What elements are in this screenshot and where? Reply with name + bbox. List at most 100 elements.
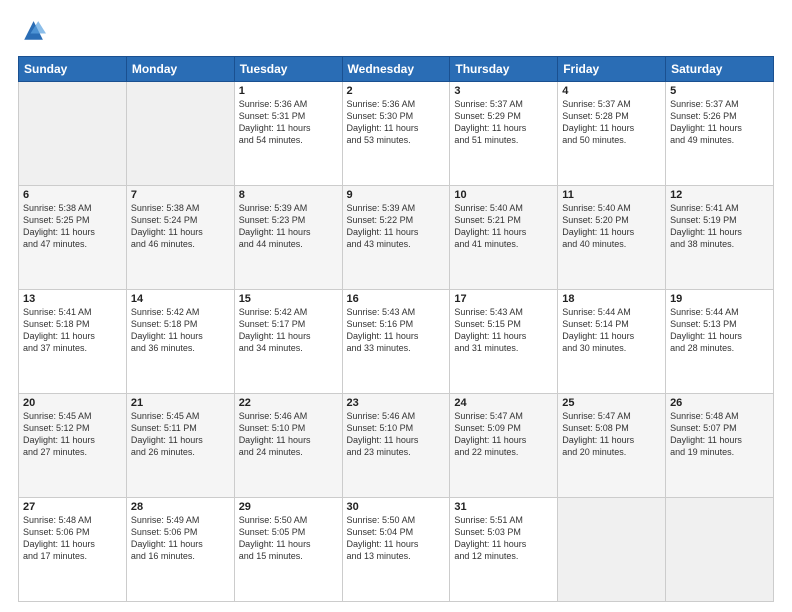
day-number: 2 [347, 85, 446, 97]
day-info: Sunrise: 5:50 AM Sunset: 5:04 PM Dayligh… [347, 514, 446, 563]
weekday-header-thursday: Thursday [450, 57, 558, 82]
day-info: Sunrise: 5:38 AM Sunset: 5:25 PM Dayligh… [23, 202, 122, 251]
weekday-header-sunday: Sunday [19, 57, 127, 82]
day-info: Sunrise: 5:47 AM Sunset: 5:08 PM Dayligh… [562, 410, 661, 459]
calendar-cell: 12Sunrise: 5:41 AM Sunset: 5:19 PM Dayli… [666, 186, 774, 290]
day-info: Sunrise: 5:39 AM Sunset: 5:23 PM Dayligh… [239, 202, 338, 251]
day-info: Sunrise: 5:37 AM Sunset: 5:29 PM Dayligh… [454, 98, 553, 147]
calendar-table: SundayMondayTuesdayWednesdayThursdayFrid… [18, 56, 774, 602]
day-info: Sunrise: 5:40 AM Sunset: 5:21 PM Dayligh… [454, 202, 553, 251]
day-number: 9 [347, 189, 446, 201]
calendar-cell: 22Sunrise: 5:46 AM Sunset: 5:10 PM Dayli… [234, 394, 342, 498]
calendar-cell: 1Sunrise: 5:36 AM Sunset: 5:31 PM Daylig… [234, 82, 342, 186]
day-number: 24 [454, 397, 553, 409]
day-info: Sunrise: 5:50 AM Sunset: 5:05 PM Dayligh… [239, 514, 338, 563]
calendar-cell: 15Sunrise: 5:42 AM Sunset: 5:17 PM Dayli… [234, 290, 342, 394]
day-number: 11 [562, 189, 661, 201]
day-number: 3 [454, 85, 553, 97]
calendar-cell: 17Sunrise: 5:43 AM Sunset: 5:15 PM Dayli… [450, 290, 558, 394]
day-number: 29 [239, 501, 338, 513]
day-number: 6 [23, 189, 122, 201]
day-info: Sunrise: 5:48 AM Sunset: 5:06 PM Dayligh… [23, 514, 122, 563]
calendar-cell [666, 498, 774, 602]
calendar-cell: 9Sunrise: 5:39 AM Sunset: 5:22 PM Daylig… [342, 186, 450, 290]
calendar-cell: 23Sunrise: 5:46 AM Sunset: 5:10 PM Dayli… [342, 394, 450, 498]
day-info: Sunrise: 5:38 AM Sunset: 5:24 PM Dayligh… [131, 202, 230, 251]
logo-icon [18, 18, 46, 46]
day-number: 30 [347, 501, 446, 513]
calendar-cell: 26Sunrise: 5:48 AM Sunset: 5:07 PM Dayli… [666, 394, 774, 498]
day-info: Sunrise: 5:46 AM Sunset: 5:10 PM Dayligh… [347, 410, 446, 459]
day-number: 10 [454, 189, 553, 201]
day-info: Sunrise: 5:42 AM Sunset: 5:17 PM Dayligh… [239, 306, 338, 355]
calendar-row-1: 6Sunrise: 5:38 AM Sunset: 5:25 PM Daylig… [19, 186, 774, 290]
day-info: Sunrise: 5:42 AM Sunset: 5:18 PM Dayligh… [131, 306, 230, 355]
day-info: Sunrise: 5:37 AM Sunset: 5:28 PM Dayligh… [562, 98, 661, 147]
day-info: Sunrise: 5:36 AM Sunset: 5:30 PM Dayligh… [347, 98, 446, 147]
day-number: 13 [23, 293, 122, 305]
calendar-cell [19, 82, 127, 186]
calendar-cell: 2Sunrise: 5:36 AM Sunset: 5:30 PM Daylig… [342, 82, 450, 186]
calendar-cell: 18Sunrise: 5:44 AM Sunset: 5:14 PM Dayli… [558, 290, 666, 394]
calendar-cell: 27Sunrise: 5:48 AM Sunset: 5:06 PM Dayli… [19, 498, 127, 602]
day-info: Sunrise: 5:40 AM Sunset: 5:20 PM Dayligh… [562, 202, 661, 251]
day-info: Sunrise: 5:44 AM Sunset: 5:13 PM Dayligh… [670, 306, 769, 355]
day-info: Sunrise: 5:49 AM Sunset: 5:06 PM Dayligh… [131, 514, 230, 563]
day-number: 4 [562, 85, 661, 97]
day-number: 20 [23, 397, 122, 409]
day-number: 22 [239, 397, 338, 409]
weekday-header-wednesday: Wednesday [342, 57, 450, 82]
day-number: 14 [131, 293, 230, 305]
calendar-row-4: 27Sunrise: 5:48 AM Sunset: 5:06 PM Dayli… [19, 498, 774, 602]
calendar-row-0: 1Sunrise: 5:36 AM Sunset: 5:31 PM Daylig… [19, 82, 774, 186]
day-info: Sunrise: 5:43 AM Sunset: 5:16 PM Dayligh… [347, 306, 446, 355]
day-info: Sunrise: 5:44 AM Sunset: 5:14 PM Dayligh… [562, 306, 661, 355]
calendar-cell: 5Sunrise: 5:37 AM Sunset: 5:26 PM Daylig… [666, 82, 774, 186]
calendar-cell: 25Sunrise: 5:47 AM Sunset: 5:08 PM Dayli… [558, 394, 666, 498]
calendar-cell: 30Sunrise: 5:50 AM Sunset: 5:04 PM Dayli… [342, 498, 450, 602]
day-info: Sunrise: 5:37 AM Sunset: 5:26 PM Dayligh… [670, 98, 769, 147]
calendar-cell: 6Sunrise: 5:38 AM Sunset: 5:25 PM Daylig… [19, 186, 127, 290]
day-info: Sunrise: 5:41 AM Sunset: 5:19 PM Dayligh… [670, 202, 769, 251]
calendar-cell: 8Sunrise: 5:39 AM Sunset: 5:23 PM Daylig… [234, 186, 342, 290]
day-number: 23 [347, 397, 446, 409]
calendar-cell: 21Sunrise: 5:45 AM Sunset: 5:11 PM Dayli… [126, 394, 234, 498]
calendar-cell: 4Sunrise: 5:37 AM Sunset: 5:28 PM Daylig… [558, 82, 666, 186]
day-info: Sunrise: 5:46 AM Sunset: 5:10 PM Dayligh… [239, 410, 338, 459]
day-number: 12 [670, 189, 769, 201]
calendar-cell [126, 82, 234, 186]
day-number: 26 [670, 397, 769, 409]
day-number: 27 [23, 501, 122, 513]
calendar-cell: 29Sunrise: 5:50 AM Sunset: 5:05 PM Dayli… [234, 498, 342, 602]
weekday-header-row: SundayMondayTuesdayWednesdayThursdayFrid… [19, 57, 774, 82]
calendar-cell: 31Sunrise: 5:51 AM Sunset: 5:03 PM Dayli… [450, 498, 558, 602]
day-number: 28 [131, 501, 230, 513]
day-info: Sunrise: 5:45 AM Sunset: 5:11 PM Dayligh… [131, 410, 230, 459]
calendar-cell: 13Sunrise: 5:41 AM Sunset: 5:18 PM Dayli… [19, 290, 127, 394]
day-info: Sunrise: 5:39 AM Sunset: 5:22 PM Dayligh… [347, 202, 446, 251]
page: SundayMondayTuesdayWednesdayThursdayFrid… [0, 0, 792, 612]
calendar-row-2: 13Sunrise: 5:41 AM Sunset: 5:18 PM Dayli… [19, 290, 774, 394]
calendar-cell: 28Sunrise: 5:49 AM Sunset: 5:06 PM Dayli… [126, 498, 234, 602]
calendar-cell: 24Sunrise: 5:47 AM Sunset: 5:09 PM Dayli… [450, 394, 558, 498]
calendar-cell: 20Sunrise: 5:45 AM Sunset: 5:12 PM Dayli… [19, 394, 127, 498]
day-number: 7 [131, 189, 230, 201]
day-info: Sunrise: 5:43 AM Sunset: 5:15 PM Dayligh… [454, 306, 553, 355]
day-number: 5 [670, 85, 769, 97]
day-info: Sunrise: 5:45 AM Sunset: 5:12 PM Dayligh… [23, 410, 122, 459]
calendar-cell [558, 498, 666, 602]
calendar-cell: 11Sunrise: 5:40 AM Sunset: 5:20 PM Dayli… [558, 186, 666, 290]
day-info: Sunrise: 5:36 AM Sunset: 5:31 PM Dayligh… [239, 98, 338, 147]
weekday-header-monday: Monday [126, 57, 234, 82]
day-number: 1 [239, 85, 338, 97]
calendar-cell: 19Sunrise: 5:44 AM Sunset: 5:13 PM Dayli… [666, 290, 774, 394]
calendar-cell: 14Sunrise: 5:42 AM Sunset: 5:18 PM Dayli… [126, 290, 234, 394]
day-number: 16 [347, 293, 446, 305]
day-info: Sunrise: 5:47 AM Sunset: 5:09 PM Dayligh… [454, 410, 553, 459]
calendar-cell: 16Sunrise: 5:43 AM Sunset: 5:16 PM Dayli… [342, 290, 450, 394]
weekday-header-tuesday: Tuesday [234, 57, 342, 82]
day-info: Sunrise: 5:51 AM Sunset: 5:03 PM Dayligh… [454, 514, 553, 563]
day-info: Sunrise: 5:41 AM Sunset: 5:18 PM Dayligh… [23, 306, 122, 355]
weekday-header-friday: Friday [558, 57, 666, 82]
header [18, 18, 774, 46]
